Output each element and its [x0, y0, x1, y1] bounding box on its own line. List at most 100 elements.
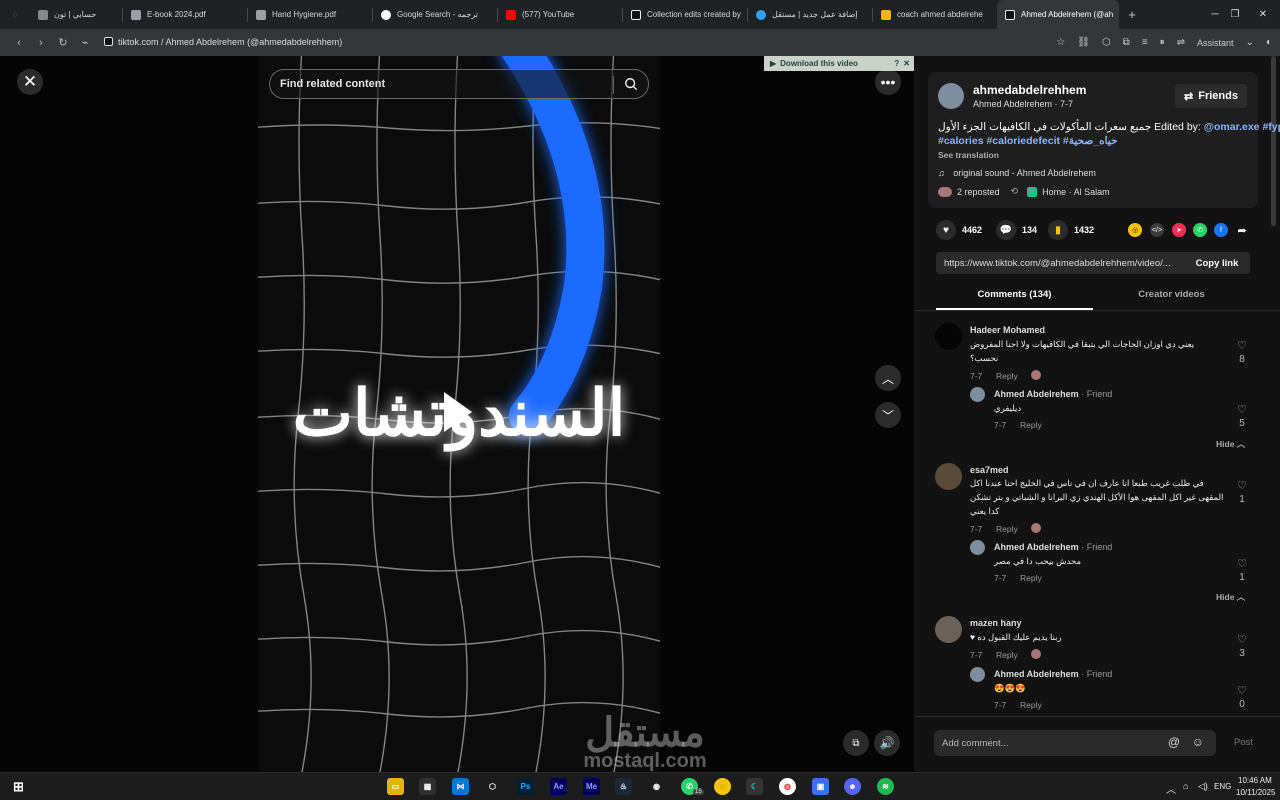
- tab-7[interactable]: إضافة عمل جديد | مستقل: [748, 0, 872, 29]
- help-icon[interactable]: ?: [894, 59, 899, 68]
- reload-icon[interactable]: ↻: [52, 36, 74, 49]
- like-heart-icon[interactable]: ♡: [1235, 633, 1249, 646]
- box-app-icon[interactable]: ⬡: [484, 778, 501, 795]
- link-icon[interactable]: ⛓: [1077, 37, 1090, 48]
- reply-author[interactable]: Ahmed Abdelrehem · Friend: [994, 389, 1112, 399]
- pip-button[interactable]: ⧉: [843, 730, 869, 756]
- whatsapp-icon[interactable]: ✆: [1193, 223, 1207, 237]
- extension-icon[interactable]: ⬡: [1102, 37, 1111, 48]
- reply-link[interactable]: Reply: [1020, 420, 1042, 430]
- network-icon[interactable]: ⌂: [1183, 781, 1188, 791]
- after-effects-icon[interactable]: Ae: [550, 778, 567, 795]
- close-banner-icon[interactable]: ✕: [903, 59, 910, 68]
- tab-6[interactable]: Collection edits created by: [623, 0, 747, 29]
- discord-icon[interactable]: ☻: [844, 778, 861, 795]
- reply-avatar[interactable]: [970, 540, 985, 555]
- mic-icon[interactable]: ⌁: [74, 36, 96, 49]
- media-encoder-icon[interactable]: Me: [583, 778, 600, 795]
- close-window-button[interactable]: ✕: [1246, 0, 1280, 29]
- location-label[interactable]: Home · Al Salam: [1042, 187, 1110, 197]
- facebook-icon[interactable]: f: [1214, 223, 1228, 237]
- caption-hashtags[interactable]: #calories #caloriedefecit #حياه_صحية: [938, 135, 1117, 147]
- heart-icon[interactable]: ♥: [936, 220, 956, 240]
- caption-hashtag[interactable]: #fyp: [1262, 121, 1280, 133]
- download-video-banner[interactable]: ▶ Download this video ? ✕: [764, 56, 914, 71]
- coin-icon[interactable]: ◎: [1128, 223, 1142, 237]
- tab-3[interactable]: Hand Hygiene.pdf: [248, 0, 372, 29]
- mention-icon[interactable]: @: [1168, 735, 1180, 749]
- copy-link-button[interactable]: Copy link: [1184, 252, 1250, 274]
- hide-replies-button[interactable]: Hide ︿: [1216, 438, 1245, 450]
- speaker-icon[interactable]: ◁): [1198, 781, 1208, 792]
- share-arrow-icon[interactable]: ➦: [1235, 223, 1249, 237]
- spotify-icon[interactable]: ≋: [877, 778, 894, 795]
- previous-video-button[interactable]: ︿: [875, 365, 901, 391]
- commenter-name[interactable]: esa7med: [970, 465, 1009, 475]
- caption-mention[interactable]: @omar.exe: [1204, 121, 1260, 133]
- back-icon[interactable]: ‹: [8, 37, 30, 49]
- tab-9-active[interactable]: Ahmed Abdelrehem (@ah✕: [997, 0, 1119, 29]
- author-avatar[interactable]: [938, 83, 964, 109]
- like-heart-icon[interactable]: ♡: [1235, 684, 1249, 697]
- tab-2[interactable]: E-book 2024.pdf: [123, 0, 247, 29]
- menu-list-icon[interactable]: ≡: [1142, 37, 1148, 48]
- tab-5[interactable]: (577) YouTube: [498, 0, 622, 29]
- like-stat[interactable]: ♥ 4462: [936, 220, 982, 240]
- next-video-button[interactable]: ﹀: [875, 402, 901, 428]
- like-heart-icon[interactable]: ♡: [1235, 339, 1249, 352]
- send-icon[interactable]: ➤: [1172, 223, 1186, 237]
- play-icon[interactable]: [444, 392, 472, 432]
- chrome-icon[interactable]: ◍: [779, 778, 796, 795]
- new-tab-button[interactable]: +: [1119, 7, 1145, 22]
- like-heart-icon[interactable]: ♡: [1235, 403, 1249, 416]
- bookmark-icon[interactable]: ▮: [1048, 220, 1068, 240]
- commenter-avatar[interactable]: [935, 463, 962, 490]
- windows-start-icon[interactable]: ⊞: [10, 778, 27, 795]
- music-row[interactable]: ♫ original sound - Ahmed Abdelrehem: [938, 168, 1096, 178]
- friends-button[interactable]: ⇄ Friends: [1175, 84, 1247, 108]
- reply-link[interactable]: Reply: [996, 650, 1018, 660]
- app-blue-icon[interactable]: ▣: [812, 778, 829, 795]
- audio-icon[interactable]: ⏸: [1160, 37, 1165, 48]
- reply-author[interactable]: Ahmed Abdelrehem · Friend: [994, 669, 1112, 679]
- reply-avatar[interactable]: [970, 667, 985, 682]
- capcut-icon[interactable]: ☾: [746, 778, 763, 795]
- chevron-down-icon[interactable]: ⌄: [1246, 37, 1254, 48]
- close-video-button[interactable]: ✕: [17, 69, 43, 95]
- chevron-up-tray-icon[interactable]: ︿: [1166, 781, 1176, 796]
- find-related-search[interactable]: Find related content: [269, 69, 649, 99]
- commenter-avatar[interactable]: [935, 323, 962, 350]
- post-button[interactable]: Post: [1234, 737, 1253, 748]
- video-player[interactable]: السندوتشات: [258, 56, 660, 772]
- tab-1[interactable]: حسابي | تون: [30, 0, 122, 29]
- embed-icon[interactable]: </>: [1150, 223, 1164, 237]
- commenter-name[interactable]: mazen hany: [970, 618, 1022, 628]
- clock-date[interactable]: 10/11/2025: [1236, 788, 1275, 797]
- like-heart-icon[interactable]: ♡: [1235, 557, 1249, 570]
- tab-creator-videos[interactable]: Creator videos: [1093, 289, 1250, 300]
- settings-icon[interactable]: ◐: [1266, 37, 1272, 48]
- vscode-icon[interactable]: ⋈: [452, 778, 469, 795]
- add-comment-input[interactable]: Add comment... @ ☺: [934, 730, 1216, 756]
- search-icon[interactable]: [624, 77, 638, 91]
- language-indicator[interactable]: ENG: [1214, 782, 1231, 791]
- reply-link[interactable]: Reply: [996, 524, 1018, 534]
- tab-8[interactable]: coach ahmed abdelrehe: [873, 0, 997, 29]
- reply-link[interactable]: Reply: [1020, 700, 1042, 710]
- comment-stat[interactable]: 💬 134: [996, 220, 1037, 240]
- photoshop-icon[interactable]: Ps: [517, 778, 534, 795]
- pin-icon[interactable]: ⧉: [1123, 37, 1130, 48]
- emoji-icon[interactable]: ☺: [1192, 735, 1204, 749]
- assistant-button[interactable]: Assistant: [1197, 38, 1234, 48]
- comment-icon[interactable]: 💬: [996, 220, 1016, 240]
- reply-author[interactable]: Ahmed Abdelrehem · Friend: [994, 542, 1112, 552]
- panel-scrollbar[interactable]: [1271, 56, 1276, 226]
- store-icon[interactable]: ▦: [419, 778, 436, 795]
- url-field[interactable]: tiktok.com / Ahmed Abdelrehem (@ahmedabd…: [118, 37, 342, 47]
- forward-icon[interactable]: ›: [30, 37, 52, 49]
- see-translation-link[interactable]: See translation: [938, 150, 999, 160]
- commenter-name[interactable]: Hadeer Mohamed: [970, 325, 1045, 335]
- author-username[interactable]: ahmedabdelrehhem: [973, 83, 1086, 97]
- tab-comments[interactable]: Comments (134): [936, 289, 1093, 300]
- reply-link[interactable]: Reply: [996, 371, 1018, 381]
